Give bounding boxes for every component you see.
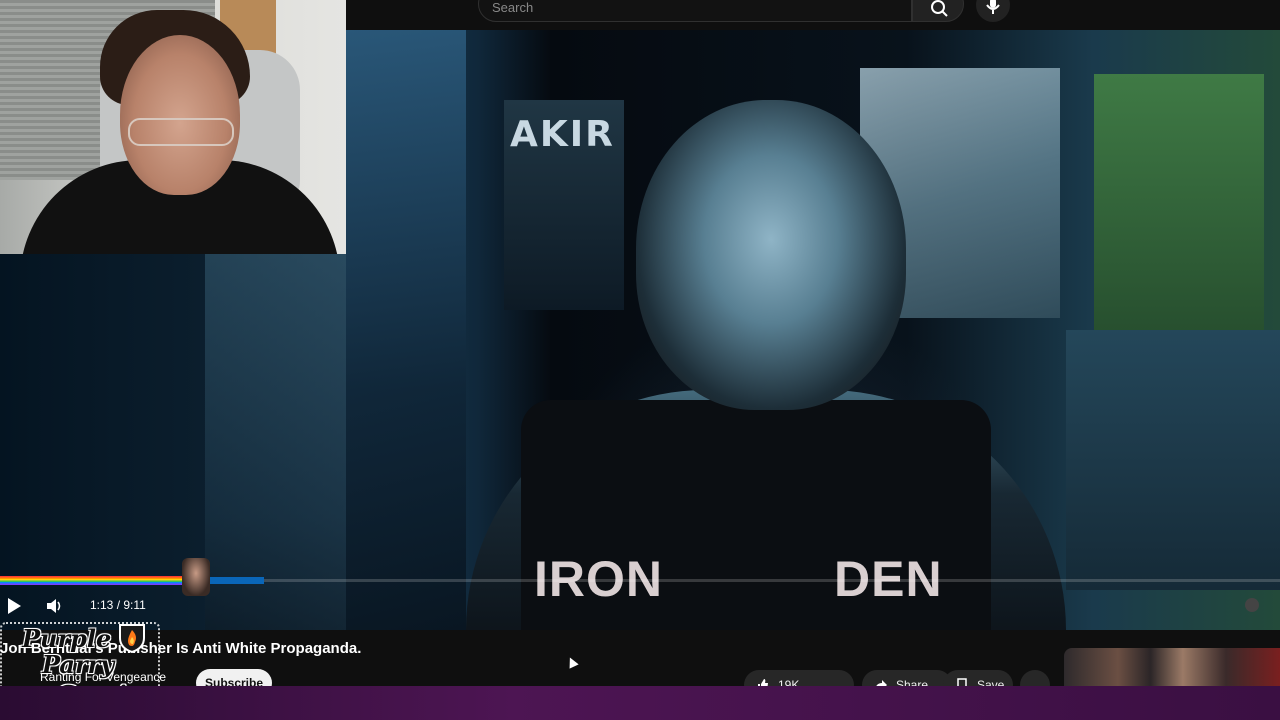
play-button[interactable]: [4, 596, 24, 616]
logo-line-2: Parry: [42, 650, 115, 679]
search-input[interactable]: Search: [478, 0, 912, 22]
miniplayer-button[interactable]: [1245, 598, 1259, 612]
mic-icon: [986, 0, 1000, 14]
voice-search-button[interactable]: [976, 0, 1010, 22]
scrubber-handle[interactable]: [182, 558, 210, 596]
stream-background-panel: [0, 254, 346, 630]
volume-icon: [47, 599, 61, 613]
time-display: 1:13 / 9:11: [90, 598, 146, 612]
webcam-overlay: [0, 0, 346, 254]
search-icon: [931, 0, 948, 17]
person-head: [636, 100, 906, 410]
progress-played: [0, 576, 185, 585]
mouse-cursor: [565, 655, 579, 669]
hulk-poster: [1094, 74, 1264, 364]
comic-poster: [1066, 330, 1280, 590]
volume-button[interactable]: [44, 596, 64, 616]
glasses: [128, 118, 234, 146]
search-button[interactable]: [912, 0, 964, 22]
poster-left: [346, 30, 466, 630]
streamer-face: [120, 35, 240, 195]
flame-shield-icon: [119, 624, 145, 654]
stream-overlay-bar: [0, 686, 1280, 720]
logo-line-1: Purple: [22, 624, 112, 653]
play-icon: [8, 598, 21, 614]
search-placeholder: Search: [492, 0, 534, 15]
video-player[interactable]: AKIR IRON DEN: [346, 30, 1280, 630]
akira-poster: AKIR: [504, 100, 624, 310]
